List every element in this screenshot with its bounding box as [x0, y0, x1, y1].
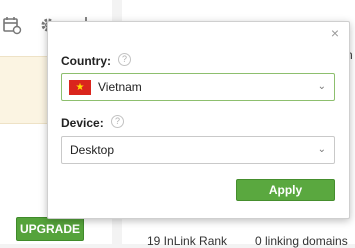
- country-select[interactable]: ★ Vietnam ⌄: [61, 73, 335, 101]
- linking-domains-stat: 0 linking domains: [255, 234, 348, 248]
- chevron-down-icon: ⌄: [317, 81, 326, 92]
- calendar-icon[interactable]: [2, 15, 22, 35]
- vietnam-flag-icon: ★: [69, 80, 91, 95]
- device-value: Desktop: [70, 143, 115, 157]
- country-label: Country:: [61, 54, 111, 68]
- country-help-icon[interactable]: ?: [118, 53, 131, 66]
- chevron-down-icon: ⌄: [317, 144, 326, 155]
- device-select[interactable]: Desktop ⌄: [61, 136, 335, 164]
- country-value: Vietnam: [98, 80, 142, 94]
- inlink-rank-stat: 19 InLink Rank: [147, 234, 228, 248]
- upgrade-button[interactable]: UPGRADE: [16, 217, 84, 241]
- apply-button[interactable]: Apply: [236, 179, 335, 201]
- close-icon[interactable]: ×: [329, 26, 341, 40]
- device-label: Device:: [61, 116, 104, 130]
- device-help-icon[interactable]: ?: [111, 115, 124, 128]
- location-settings-popup: × Country: ? ★ Vietnam ⌄ Device: ? Deskt…: [47, 21, 350, 219]
